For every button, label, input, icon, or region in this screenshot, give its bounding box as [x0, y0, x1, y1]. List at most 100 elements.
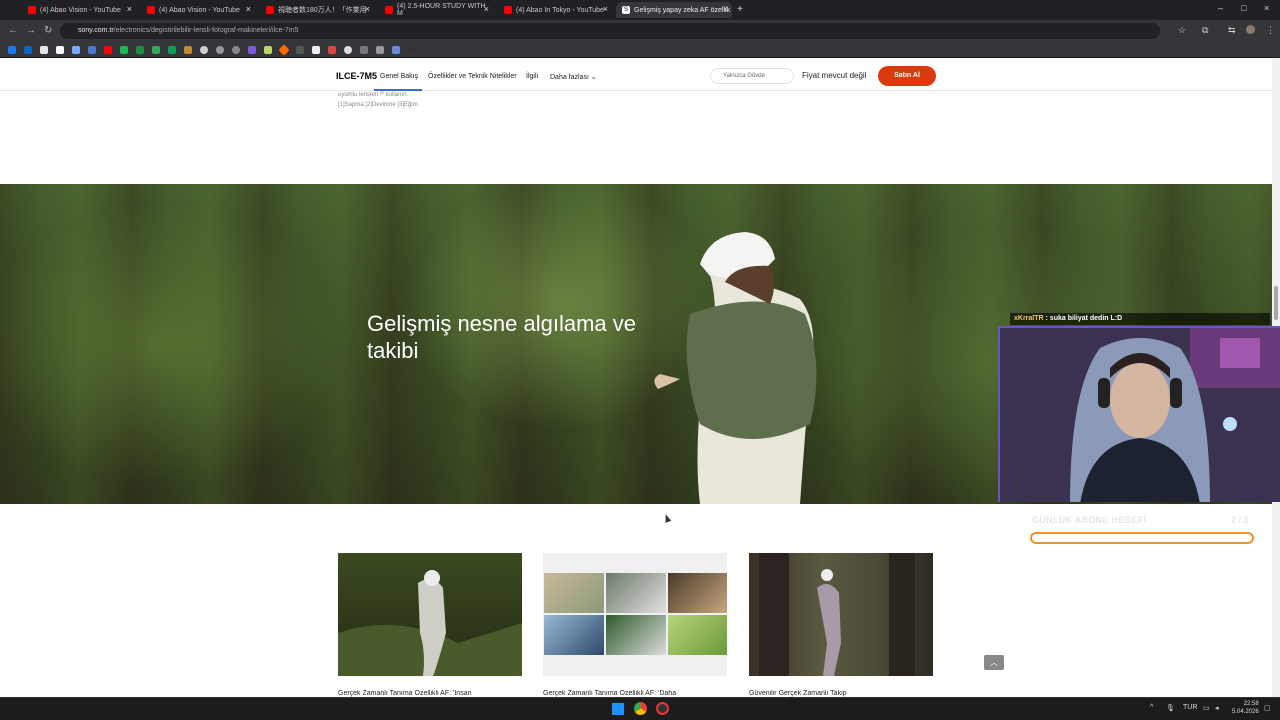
buy-button[interactable]: Satın Al	[878, 66, 936, 86]
close-icon[interactable]: ×	[246, 4, 251, 14]
tab-sony-active[interactable]: S Gelişmiş yapay zeka AF özellik ×	[616, 2, 732, 18]
clock-time: 22:58	[1243, 701, 1259, 707]
url-input[interactable]: sony.com.tr/electronics/degistirilebilir…	[60, 23, 1160, 39]
profile-avatar[interactable]	[1246, 25, 1255, 34]
bookmark-icon[interactable]	[408, 46, 416, 54]
youtube-icon	[266, 6, 274, 14]
nav-related[interactable]: İlgili	[526, 73, 538, 80]
close-icon[interactable]: ×	[723, 4, 728, 14]
bookmark-icon[interactable]	[88, 46, 96, 54]
tab-abao-tokyo[interactable]: (4) Abao In Tokyo - YouTube ×	[498, 2, 612, 18]
trail-runner-image	[338, 570, 522, 676]
hero-title: Gelişmiş nesne algılama ve takibi	[367, 311, 637, 363]
card-caption[interactable]: Gerçek Zamanlı Tanıma Özellikli AF: 'Dah…	[543, 690, 727, 697]
bookmark-icon[interactable]	[360, 46, 368, 54]
bookmark-icon[interactable]	[264, 46, 272, 54]
extensions-icon[interactable]: ⧉	[1202, 25, 1208, 36]
bookmark-icon[interactable]	[296, 46, 304, 54]
runner-image	[654, 232, 817, 504]
tab-label: (4) Abao In Tokyo - YouTube	[516, 6, 604, 14]
reload-icon[interactable]: ↻	[44, 25, 52, 36]
notification-icon[interactable]: ▢	[1264, 704, 1271, 712]
sheets-icon[interactable]	[152, 46, 160, 54]
sheets-icon[interactable]	[136, 46, 144, 54]
tab-study-with-me[interactable]: (4) 2.5-HOUR STUDY WITH M ×	[379, 2, 493, 18]
window-close-icon[interactable]: ×	[1264, 3, 1269, 13]
price-status: Fiyat mevcut değil	[802, 71, 867, 80]
sheets-icon[interactable]	[168, 46, 176, 54]
volume-icon[interactable]: ◂	[1215, 704, 1219, 712]
obs-taskbar-icon[interactable]	[656, 702, 669, 715]
card-caption[interactable]: Gerçek Zamanlı Tanıma Özellikli AF: 'İns…	[338, 690, 522, 697]
close-icon[interactable]: ×	[603, 4, 608, 14]
forest-runner-image	[759, 553, 915, 676]
subscriber-goal-count: 2 / 3	[1231, 515, 1249, 525]
x-icon[interactable]	[40, 46, 48, 54]
tab-label: (4) Abao Vision - YouTube	[159, 6, 240, 14]
close-icon[interactable]: ×	[484, 4, 489, 14]
bookmark-icon[interactable]	[278, 44, 290, 56]
bookmark-icon[interactable]	[376, 46, 384, 54]
youtube-bookmark-icon[interactable]	[104, 46, 112, 54]
clock-date: 5.04.2026	[1232, 709, 1259, 715]
address-bar: ← → ↻ sony.com.tr/electronics/degistiril…	[0, 20, 1280, 42]
card-caption[interactable]: Güvenilir Gerçek Zamanlı Takip	[749, 690, 933, 697]
microphone-icon[interactable]: 🎙	[1166, 704, 1175, 712]
tab-search-icon[interactable]: ⇆	[1228, 25, 1236, 36]
bookmark-icon[interactable]	[232, 46, 240, 54]
chrome-taskbar-icon[interactable]	[634, 702, 647, 715]
bookmark-icon[interactable]	[344, 46, 352, 54]
product-model-title: ILCE-7M5	[336, 71, 378, 81]
language-indicator[interactable]: TUR	[1183, 704, 1197, 711]
bookmark-icon[interactable]	[200, 46, 208, 54]
bookmark-star-icon[interactable]: ☆	[1178, 25, 1186, 36]
chat-username: xKrralTR	[1014, 315, 1044, 322]
close-icon[interactable]: ×	[127, 4, 132, 14]
variant-select[interactable]: Yalnızca Gövde	[710, 68, 794, 84]
butterfly-thumb	[668, 615, 727, 655]
bookmark-icon[interactable]	[72, 46, 80, 54]
facebook-icon[interactable]	[8, 46, 16, 54]
back-icon[interactable]: ←	[8, 25, 18, 36]
car-thumb	[606, 615, 666, 655]
scrollbar-thumb[interactable]	[1274, 286, 1278, 320]
footnote-line: [1]Sapma [2]Devinme [3]Eğim	[338, 102, 418, 108]
feature-card-image[interactable]	[543, 553, 727, 676]
bookmark-icon[interactable]	[184, 46, 192, 54]
subscriber-goal-label: GÜNLÜK ABONE HEDEFİ	[1032, 515, 1147, 525]
youtube-icon	[28, 6, 36, 14]
tab-abao-vision-2[interactable]: (4) Abao Vision - YouTube ×	[141, 2, 255, 18]
bookmark-icon[interactable]	[392, 46, 400, 54]
cafe-thumb	[606, 573, 666, 613]
bookmark-icon[interactable]	[120, 46, 128, 54]
nav-more-label: Daha fazlası	[550, 74, 589, 81]
webcam-overlay	[998, 326, 1280, 502]
nav-more[interactable]: Daha fazlası ⌄	[550, 73, 597, 81]
footnote: uyumlu lensleri ²⁰ kullanın. [1]Sapma [2…	[338, 90, 418, 110]
plane-thumb	[544, 615, 604, 655]
tab-study-jp[interactable]: 視聴者数180万人！「作業用 ×	[260, 2, 374, 18]
url-domain: sony.com.tr	[78, 27, 114, 34]
tab-abao-vision-1[interactable]: (4) Abao Vision - YouTube ×	[22, 2, 136, 18]
bookmark-icon[interactable]	[216, 46, 224, 54]
tray-chevron-icon[interactable]: ^	[1150, 704, 1153, 711]
forward-icon[interactable]: →	[26, 25, 36, 36]
back-to-top-button[interactable]: ︿	[984, 655, 1004, 670]
minimize-icon[interactable]: –	[1218, 3, 1223, 13]
bookmark-icon[interactable]	[56, 46, 64, 54]
close-icon[interactable]: ×	[365, 4, 370, 14]
maximize-icon[interactable]: □	[1241, 3, 1246, 13]
bookmark-icon[interactable]	[312, 46, 320, 54]
linkedin-icon[interactable]	[24, 46, 32, 54]
new-tab-button[interactable]: +	[737, 4, 743, 15]
menu-icon[interactable]: ⋮	[1266, 25, 1275, 36]
nav-overview[interactable]: Genel Bakış	[380, 73, 418, 80]
nav-specs[interactable]: Özellikler ve Teknik Nitelikler	[428, 73, 517, 80]
windows-start-icon[interactable]	[612, 703, 624, 715]
clock[interactable]: 22:58 5.04.2026	[1232, 700, 1259, 716]
feature-card-image[interactable]	[338, 553, 522, 676]
bookmark-icon[interactable]	[328, 46, 336, 54]
bookmark-icon[interactable]	[248, 46, 256, 54]
monitor-icon[interactable]: ▭	[1203, 704, 1210, 712]
feature-card-image[interactable]	[749, 553, 933, 676]
